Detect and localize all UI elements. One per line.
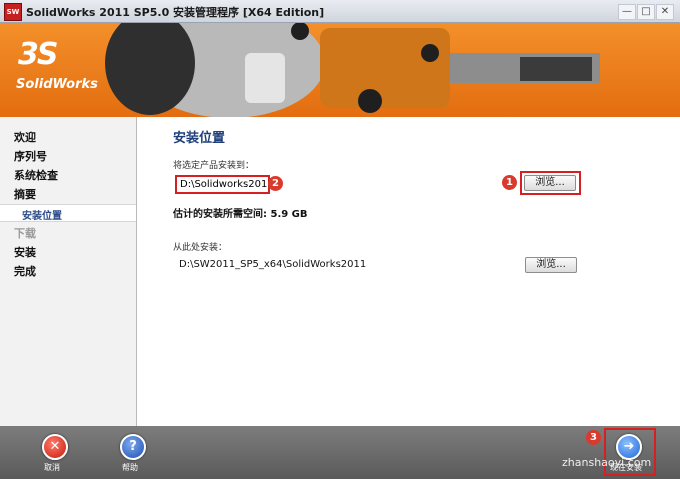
source-path: D:\SW2011_SP5_x64\SolidWorks2011 [179,259,367,270]
header-banner: 3S SolidWorks [0,23,680,117]
solidworks-app-icon: SW [4,3,22,21]
sidebar-item-summary[interactable]: 摘要 [14,186,36,202]
main-panel: 安装位置 将选定产品安装到： D:\Solidworks2011 2 1 浏览.… [137,117,680,426]
minimize-button[interactable]: — [618,4,636,20]
sidebar-item-download: 下载 [14,227,36,240]
page-title: 安装位置 [173,131,226,146]
browse-source-button[interactable]: 浏览... [525,257,577,273]
sidebar-item-install-location-label: 安装位置 [22,211,62,222]
install-path-field[interactable]: D:\Solidworks2011 [175,175,274,194]
sidebar-item-serial[interactable]: 序列号 [14,148,47,164]
steps-sidebar: 欢迎 序列号 系统检查 摘要 安装位置 下载 安装 完成 [0,117,137,426]
cancel-icon[interactable]: ✕ [42,434,68,460]
annotation-badge-2: 2 [268,176,283,191]
required-space-text: 估计的安装所需空间: 5.9 GB [173,209,308,220]
source-label: 从此处安装： [173,243,228,253]
app-icon-text: SW [6,8,20,16]
installer-window: SW SolidWorks 2011 SP5.0 安装管理程序 [X64 Edi… [0,0,680,479]
ds-logo-mark: 3S [18,37,59,72]
watermark-text: zhanshaoyi.com [562,456,652,469]
sidebar-item-welcome[interactable]: 欢迎 [14,129,36,145]
tool-teeth [520,57,592,81]
tool-illustration [105,23,600,117]
window-title: SolidWorks 2011 SP5.0 安装管理程序 [X64 Editio… [26,6,325,19]
help-label[interactable]: 帮助 [122,462,138,473]
sidebar-item-finish[interactable]: 完成 [14,263,36,279]
help-icon[interactable]: ? [120,434,146,460]
sidebar-item-install-location[interactable]: 安装位置 [0,204,136,222]
tool-bolt-top [421,44,439,62]
close-button[interactable]: ✕ [656,4,674,20]
browse-install-path-button[interactable]: 浏览... [524,175,576,191]
maximize-button[interactable]: □ [637,4,655,20]
tool-label-panel [245,53,285,103]
solidworks-logo-text: SolidWorks [16,77,98,92]
cancel-label[interactable]: 取消 [44,462,60,473]
title-bar: SW SolidWorks 2011 SP5.0 安装管理程序 [X64 Edi… [0,0,680,23]
bottom-toolbar: ✕ 取消 ? 帮助 3 ➜ 现在安装 zhanshaoyi.com [0,426,680,479]
sidebar-item-system-check[interactable]: 系统检查 [14,167,58,183]
sidebar-item-install[interactable]: 安装 [14,244,36,260]
tool-orange-body [320,28,450,108]
tool-bolt-bottom [358,89,382,113]
annotation-badge-1: 1 [502,175,517,190]
annotation-badge-3: 3 [586,430,601,445]
install-to-label: 将选定产品安装到： [173,161,255,171]
